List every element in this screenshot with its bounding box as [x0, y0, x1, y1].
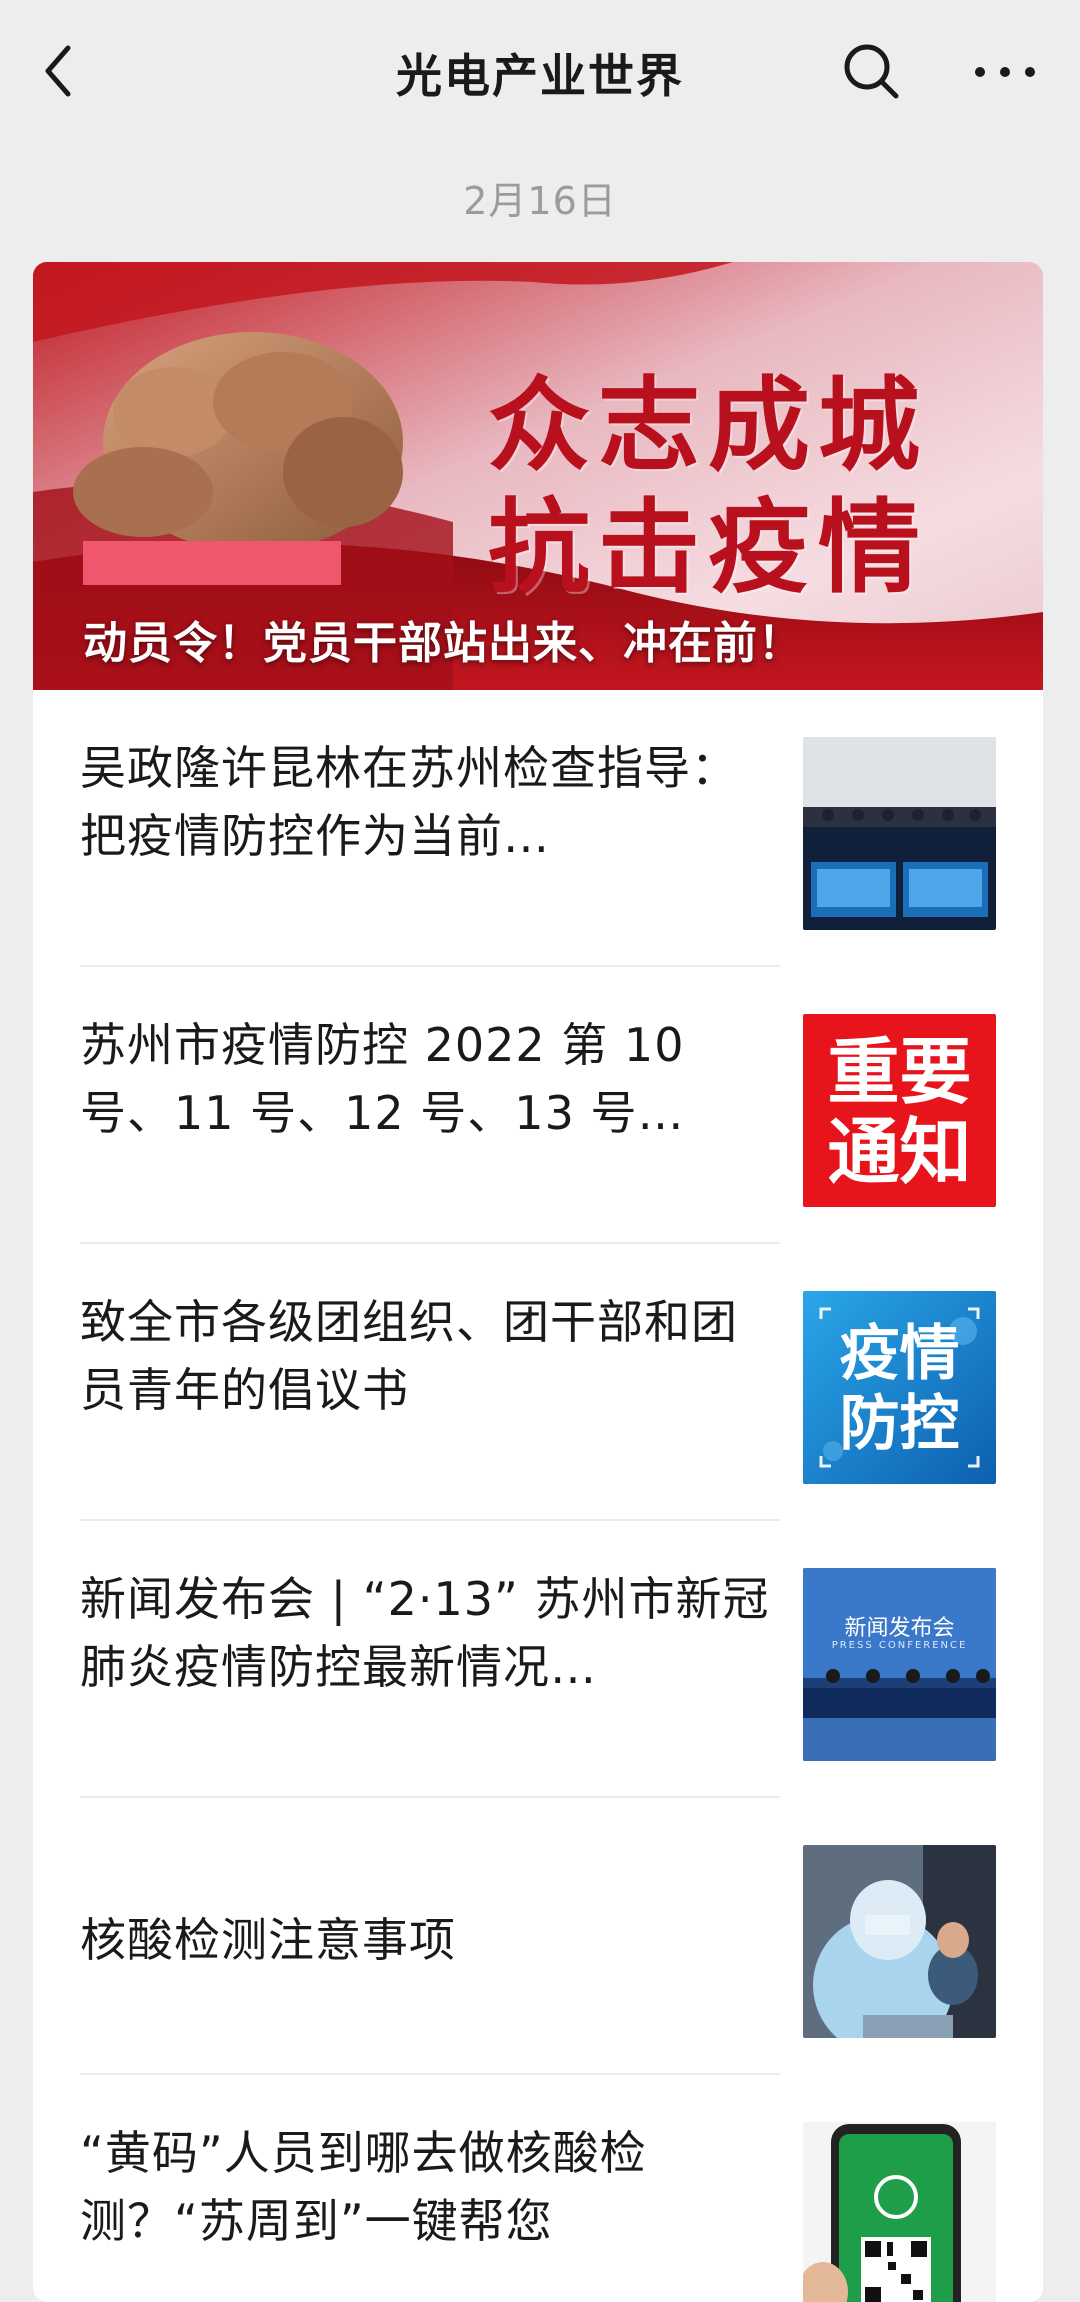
- article-thumbnail-phone-qr: [803, 2122, 996, 2302]
- article-thumbnail-nucleic-acid-test: [803, 1845, 996, 2038]
- thumbnail-text-line2: PRESS CONFERENCE: [831, 1640, 968, 1651]
- article-item[interactable]: “黄码”人员到哪去做核酸检测？“苏周到”一键帮您: [80, 2075, 1000, 2302]
- article-title: 核酸检测注意事项: [80, 1913, 456, 1967]
- article-item[interactable]: 核酸检测注意事项: [80, 1798, 1000, 2075]
- hero-slogan-line2: 抗击疫情: [488, 488, 928, 608]
- article-title: “黄码”人员到哪去做核酸检测？“苏周到”一键帮您: [80, 2126, 647, 2248]
- date-label: 2月16日: [463, 179, 617, 223]
- article-item[interactable]: 苏州市疫情防控 2022 第 10 号、11 号、12 号、13 号… 重要 通…: [80, 967, 1000, 1244]
- thumbnail-text-line1: 疫情: [839, 1319, 960, 1389]
- thumbnail-text-line2: 防控: [839, 1389, 960, 1459]
- thumbnail-text-line1: 新闻发布会: [844, 1616, 955, 1641]
- more-button[interactable]: [960, 36, 1050, 106]
- article-group-card: 众志成城 抗击疫情 动员令！党员干部站出来、冲在前！ 吴政隆许昆林在苏州检查指导…: [33, 262, 1043, 2302]
- thumbnail-text-line2: 通知: [827, 1109, 972, 1194]
- article-title: 致全市各级团组织、团干部和团员青年的倡议书: [80, 1295, 738, 1417]
- article-title: 吴政隆许昆林在苏州检查指导：把疫情防控作为当前…: [80, 741, 738, 863]
- article-thumbnail-epidemic-prevention: 疫情 防控: [803, 1291, 996, 1484]
- hero-article-title: 动员令！党员干部站出来、冲在前！: [83, 618, 803, 669]
- more-dots-icon: [975, 67, 1035, 77]
- hero-article[interactable]: 众志成城 抗击疫情 动员令！党员干部站出来、冲在前！: [33, 262, 1043, 690]
- article-title: 苏州市疫情防控 2022 第 10 号、11 号、12 号、13 号…: [80, 1018, 685, 1140]
- article-thumbnail-meeting: [803, 737, 996, 930]
- redaction-bar: [83, 541, 341, 585]
- article-item[interactable]: 新闻发布会 | “2·13” 苏州市新冠肺炎疫情防控最新情况… 新闻发布会 PR…: [80, 1521, 1000, 1798]
- article-item[interactable]: 吴政隆许昆林在苏州检查指导：把疫情防控作为当前…: [80, 690, 1000, 967]
- search-button[interactable]: [836, 36, 906, 106]
- page-title: 光电产业世界: [396, 49, 684, 103]
- search-icon: [844, 44, 899, 99]
- article-thumbnail-press-conference: 新闻发布会 PRESS CONFERENCE: [803, 1568, 996, 1761]
- article-item[interactable]: 致全市各级团组织、团干部和团员青年的倡议书 疫情 防控: [80, 1244, 1000, 1521]
- thumbnail-text-line1: 重要: [827, 1029, 972, 1114]
- article-title: 新闻发布会 | “2·13” 苏州市新冠肺炎疫情防控最新情况…: [80, 1572, 770, 1694]
- article-thumbnail-important-notice: 重要 通知: [803, 1014, 996, 1207]
- top-nav-bar: 光电产业世界: [0, 0, 1080, 143]
